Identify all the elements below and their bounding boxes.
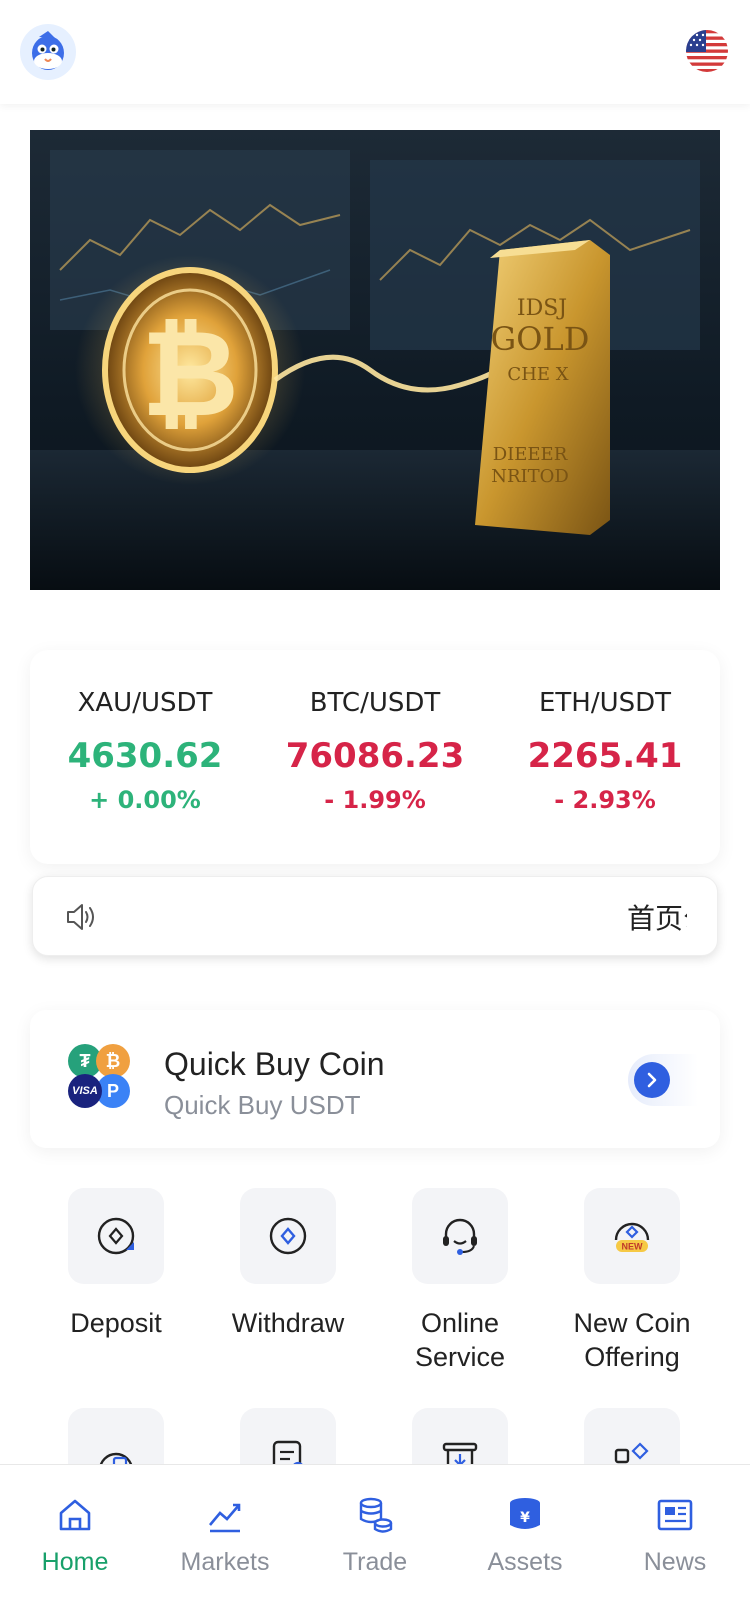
withdraw-button[interactable]: Withdraw [202,1188,374,1340]
tab-assets[interactable]: ¥ Assets [450,1495,600,1577]
action-label: Deposit [70,1308,162,1338]
quick-buy-card[interactable]: ₮ ₿ P VISA Quick Buy Coin Quick Buy USDT [30,1010,720,1148]
quick-buy-subtitle: Quick Buy USDT [164,1090,361,1120]
tab-label: Assets [487,1548,563,1576]
action-label: New Coin Offering [573,1308,691,1372]
announcement-bar[interactable]: 首页公告 [32,876,718,956]
new-coin-icon: NEW [584,1188,680,1284]
svg-text:₿: ₿ [141,305,239,444]
speaker-icon [65,902,97,937]
action-label: Withdraw [231,1308,345,1338]
bottom-nav: Home Markets Trade ¥ Assets News [0,1464,750,1624]
promo-banner[interactable]: ₿ IDSJ GOLD CHE X DIEEER NRITOD [30,130,720,590]
tab-label: Home [41,1548,109,1576]
tab-markets[interactable]: Markets [150,1495,300,1577]
assets-icon: ¥ [505,1495,545,1540]
app-header [0,0,750,104]
withdraw-icon [240,1188,336,1284]
headset-icon [412,1188,508,1284]
new-coin-offering-button[interactable]: NEW New Coin Offering [546,1188,718,1374]
ticker-change: - 2.93% [554,786,656,814]
action-label: Online Service [414,1308,506,1372]
markets-icon [205,1495,245,1540]
trade-icon [355,1495,395,1540]
ticker-price: 4630.62 [67,736,223,776]
bar-text-line: CHE X [507,364,568,385]
tab-news[interactable]: News [600,1495,750,1577]
tab-trade[interactable]: Trade [300,1495,450,1577]
news-icon [655,1495,695,1540]
ticker-symbol: ETH/USDT [538,688,672,718]
tab-label: News [643,1548,707,1576]
bar-text-line: GOLD [491,320,590,358]
chevron-right-icon [634,1062,670,1098]
bitcoin-icon: ₿ [96,1044,130,1078]
ticker-symbol: XAU/USDT [77,688,213,718]
tab-label: Markets [180,1548,270,1576]
online-service-button[interactable]: Online Service [374,1188,546,1374]
ticker-item[interactable]: XAU/USDT 4630.62 + 0.00% [30,650,260,864]
ticker-item[interactable]: ETH/USDT 2265.41 - 2.93% [490,650,720,864]
ticker-item[interactable]: BTC/USDT 76086.23 - 1.99% [260,650,490,864]
tab-label: Trade [342,1548,408,1576]
ticker-change: - 1.99% [324,786,426,814]
quick-buy-go-button[interactable] [628,1054,698,1106]
payment-icons: ₮ ₿ P VISA [68,1044,132,1110]
tab-home[interactable]: Home [0,1495,150,1577]
ticker-change: + 0.00% [89,786,201,814]
deposit-button[interactable]: Deposit [30,1188,202,1340]
market-ticker-card: XAU/USDT 4630.62 + 0.00% BTC/USDT 76086.… [30,650,720,864]
bar-text-line: IDSJ [517,296,567,321]
announcement-text: 首页公告 [627,902,687,935]
ticker-price: 76086.23 [285,736,465,776]
visa-icon: VISA [68,1074,102,1108]
svg-text:¥: ¥ [520,1510,530,1526]
bar-text-line: NRITOD [491,466,569,487]
quick-buy-title: Quick Buy Coin [164,1046,385,1082]
us-flag-icon[interactable] [686,30,728,72]
deposit-icon [68,1188,164,1284]
new-badge: NEW [622,1242,644,1252]
ticker-symbol: BTC/USDT [309,688,441,718]
mascot-logo-icon[interactable] [20,24,76,80]
bitcoin-and-gold-bar-banner: ₿ IDSJ GOLD CHE X DIEEER NRITOD [30,150,720,590]
ticker-price: 2265.41 [527,736,683,776]
home-icon [55,1495,95,1540]
bar-text-line: DIEEER [493,444,568,465]
